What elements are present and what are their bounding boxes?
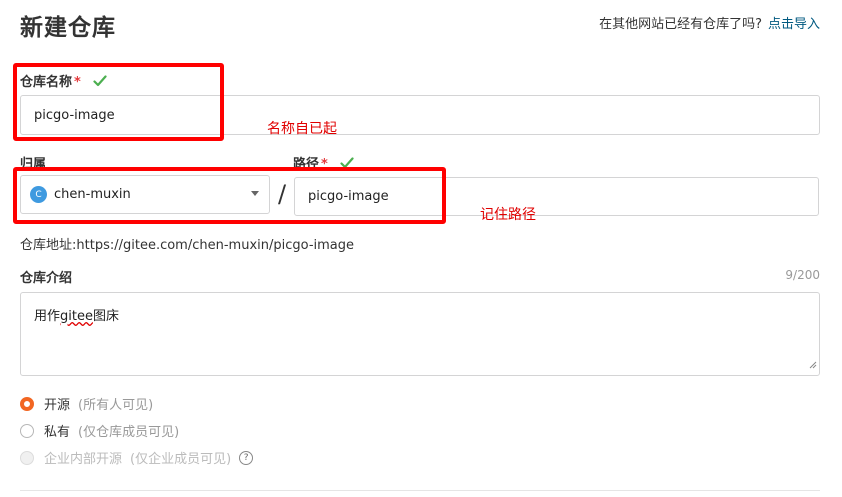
description-value: 用作gitee图床 <box>34 309 119 324</box>
repo-address: 仓库地址:https://gitee.com/chen-muxin/picgo-… <box>20 234 354 253</box>
annotation-path-text: 记住路径 <box>480 207 536 223</box>
description-text-underlined: gitee <box>60 309 93 324</box>
help-icon[interactable]: ? <box>239 450 254 465</box>
description-counter: 9/200 <box>785 268 820 282</box>
repo-address-label: 仓库地址: <box>20 238 77 253</box>
visibility-option-internal: 企业内部开源 (仅企业成员可见) ? <box>20 448 254 467</box>
description-label: 仓库介绍 <box>20 271 73 286</box>
description-text-prefix: 用作 <box>34 309 61 324</box>
radio-selected-icon[interactable] <box>20 396 34 411</box>
visibility-option-open[interactable]: 开源 (所有人可见) <box>20 394 153 413</box>
visibility-open-label: 开源 <box>44 398 71 413</box>
resize-handle-icon[interactable] <box>809 358 817 373</box>
visibility-internal-note: (仅企业成员可见) <box>130 452 232 467</box>
description-text-suffix: 图床 <box>92 309 119 324</box>
visibility-internal-label: 企业内部开源 <box>44 452 123 467</box>
page-title: 新建仓库 <box>20 15 116 41</box>
annotation-name-text: 名称自已起 <box>267 121 337 137</box>
visibility-private-label: 私有 <box>44 425 71 440</box>
annotation-box-path <box>13 167 446 224</box>
import-prompt-text: 在其他网站已经有仓库了吗? <box>599 17 762 32</box>
import-prompt: 在其他网站已经有仓库了吗? 点击导入 <box>599 13 820 32</box>
description-textarea[interactable]: 用作gitee图床 <box>20 292 820 376</box>
repo-address-value: https://gitee.com/chen-muxin/picgo-image <box>76 238 355 253</box>
visibility-option-private[interactable]: 私有 (仅仓库成员可见) <box>20 421 179 440</box>
visibility-private-note: (仅仓库成员可见) <box>78 425 180 440</box>
divider <box>20 490 820 491</box>
radio-unselected-icon[interactable] <box>20 423 34 438</box>
annotation-box-name <box>13 63 224 141</box>
visibility-open-note: (所有人可见) <box>78 398 154 413</box>
import-link[interactable]: 点击导入 <box>768 17 820 32</box>
radio-disabled-icon <box>20 450 34 465</box>
